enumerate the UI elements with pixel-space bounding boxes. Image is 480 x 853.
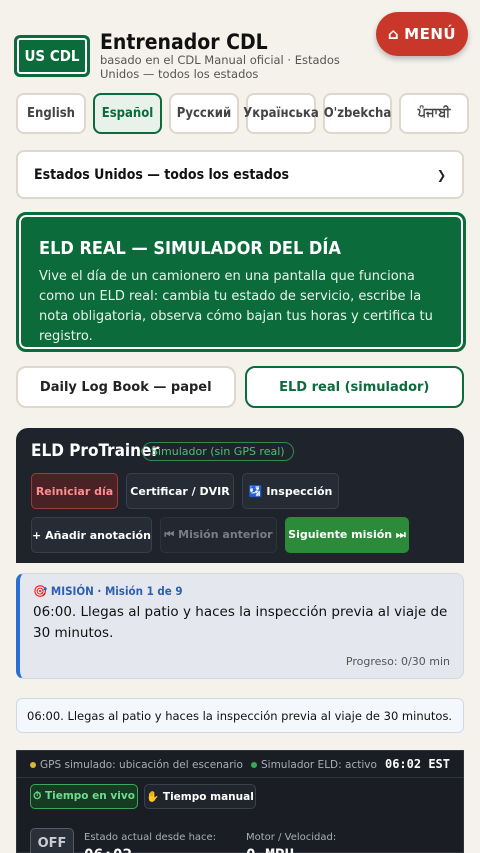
previous-mission-button[interactable]: ⏮ Misión anterior [160,517,277,553]
lang-english[interactable]: English [16,93,86,134]
mission-progress: Progreso: 0/30 min [345,655,450,668]
engine-speed-label: Motor / Velocidad: [246,832,337,843]
eld-title: ELD ProTrainer [31,441,159,461]
add-annotation-button[interactable]: + Añadir anotación [31,517,152,553]
lang-ukrainian[interactable]: Українська [243,93,319,134]
app-subtitle: basado en el CDL Manual oficial · Estado… [100,53,340,81]
gps-dot-icon [30,762,36,768]
region-selected-value: Estados Unidos — todos los estados [34,166,290,183]
eld-device-screen: GPS simulado: ubicación del escenario Si… [16,750,464,853]
chevron-down-icon: ❯ [436,167,446,182]
menu-button[interactable]: ⌂ MENÚ [376,12,468,56]
home-icon: ⌂ [387,25,400,43]
status-duration-label: Estado actual desde hace: [84,832,217,843]
reset-day-button[interactable]: Reiniciar día [31,473,118,509]
menu-label: MENÚ [404,25,457,43]
lang-punjabi[interactable]: ਪੰਜਾਬੀ [399,93,469,134]
eld-status: Simulador ELD: activo [251,759,377,771]
lang-russian[interactable]: Русский [169,93,239,134]
tab-paper-logbook[interactable]: Daily Log Book — papel [16,366,236,408]
eld-panel: ELD ProTrainer Simulador (sin GPS real) … [16,428,464,563]
language-selector: English Español Русский Українська O'zbe… [16,93,469,134]
status-duration-value: 06:02 [84,845,132,853]
app-title: Entrenador CDL [100,30,268,54]
duty-status-badge: OFF [30,828,74,853]
engine-speed-value: 0 MPH [246,845,294,853]
gps-status: GPS simulado: ubicación del escenario [30,759,243,771]
lang-spanish[interactable]: Español [93,93,162,134]
hero-title: ELD REAL — SIMULADOR DEL DÍA [39,238,341,259]
passport-control-icon: 🛂 [248,484,263,498]
inspection-button[interactable]: 🛂 Inspección [242,473,339,509]
app-header: US CDL Entrenador CDL basado en el CDL M… [14,30,344,84]
live-time-button[interactable]: ⏱ Tiempo en vivo [30,784,138,809]
mode-tabs: Daily Log Book — papel ELD real (simulad… [16,366,464,408]
inspection-label: Inspección [266,484,333,498]
hero-text: Vive el día de un camionero en una panta… [39,269,433,344]
mission-card: 🎯 MISIÓN · Misión 1 de 9 06:00. Llegas a… [16,573,464,679]
certify-dvir-button[interactable]: Certificar / DVIR [126,473,234,509]
next-mission-button[interactable]: Siguiente misión ⏭ [285,517,409,553]
mission-text: 06:00. Llegas al patio y haces la inspec… [33,604,448,641]
mission-header: 🎯 MISIÓN · Misión 1 de 9 [33,584,183,598]
tab-eld-simulator[interactable]: ELD real (simulador) [244,366,464,408]
region-select[interactable]: Estados Unidos — todos los estados ❯ [16,150,464,199]
mission-note: 06:00. Llegas al patio y haces la inspec… [16,698,464,733]
app-logo: US CDL [14,35,90,77]
device-clock: 06:02 EST [384,757,450,771]
hero-card: ELD REAL — SIMULADOR DEL DÍA Vive el día… [16,212,466,352]
simulator-badge: Simulador (sin GPS real) [142,442,294,461]
status-dot-icon [251,762,257,768]
device-status-bar: GPS simulado: ubicación del escenario Si… [17,751,463,778]
manual-time-button[interactable]: ✋ Tiempo manual [144,784,256,809]
lang-uzbek[interactable]: O'zbekcha [323,93,392,134]
